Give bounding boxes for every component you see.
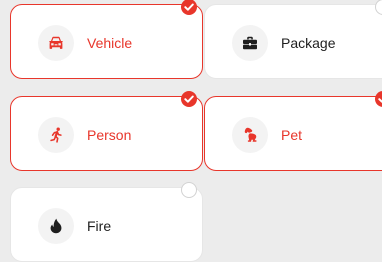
option-label: Fire	[87, 218, 112, 234]
check-badge	[181, 0, 197, 15]
option-label: Pet	[281, 127, 303, 143]
car-icon	[49, 36, 63, 49]
check-badge	[375, 0, 382, 15]
option-card-pet[interactable]: Pet	[204, 91, 382, 171]
option-label: Vehicle	[87, 35, 133, 51]
checkmark-icon	[184, 3, 194, 11]
option-card-fire[interactable]: Fire	[10, 182, 203, 262]
icon-circle	[38, 208, 74, 244]
option-card-vehicle[interactable]: Vehicle	[10, 0, 203, 79]
checkmark-icon	[184, 95, 194, 103]
dog-icon	[244, 127, 257, 142]
toolbox-icon	[243, 36, 257, 50]
check-badge	[181, 91, 197, 107]
check-badge	[181, 182, 197, 198]
icon-circle	[232, 117, 268, 153]
option-card-person[interactable]: Person	[10, 91, 203, 171]
option-card-package[interactable]: Package	[204, 0, 382, 79]
icon-circle	[38, 25, 74, 61]
option-label: Package	[281, 35, 336, 51]
check-badge	[375, 91, 382, 107]
icon-circle	[38, 117, 74, 153]
icon-circle	[232, 25, 268, 61]
flame-icon	[50, 218, 62, 234]
running-person-icon	[50, 127, 62, 143]
option-label: Person	[87, 127, 132, 143]
checkmark-icon	[378, 98, 382, 103]
